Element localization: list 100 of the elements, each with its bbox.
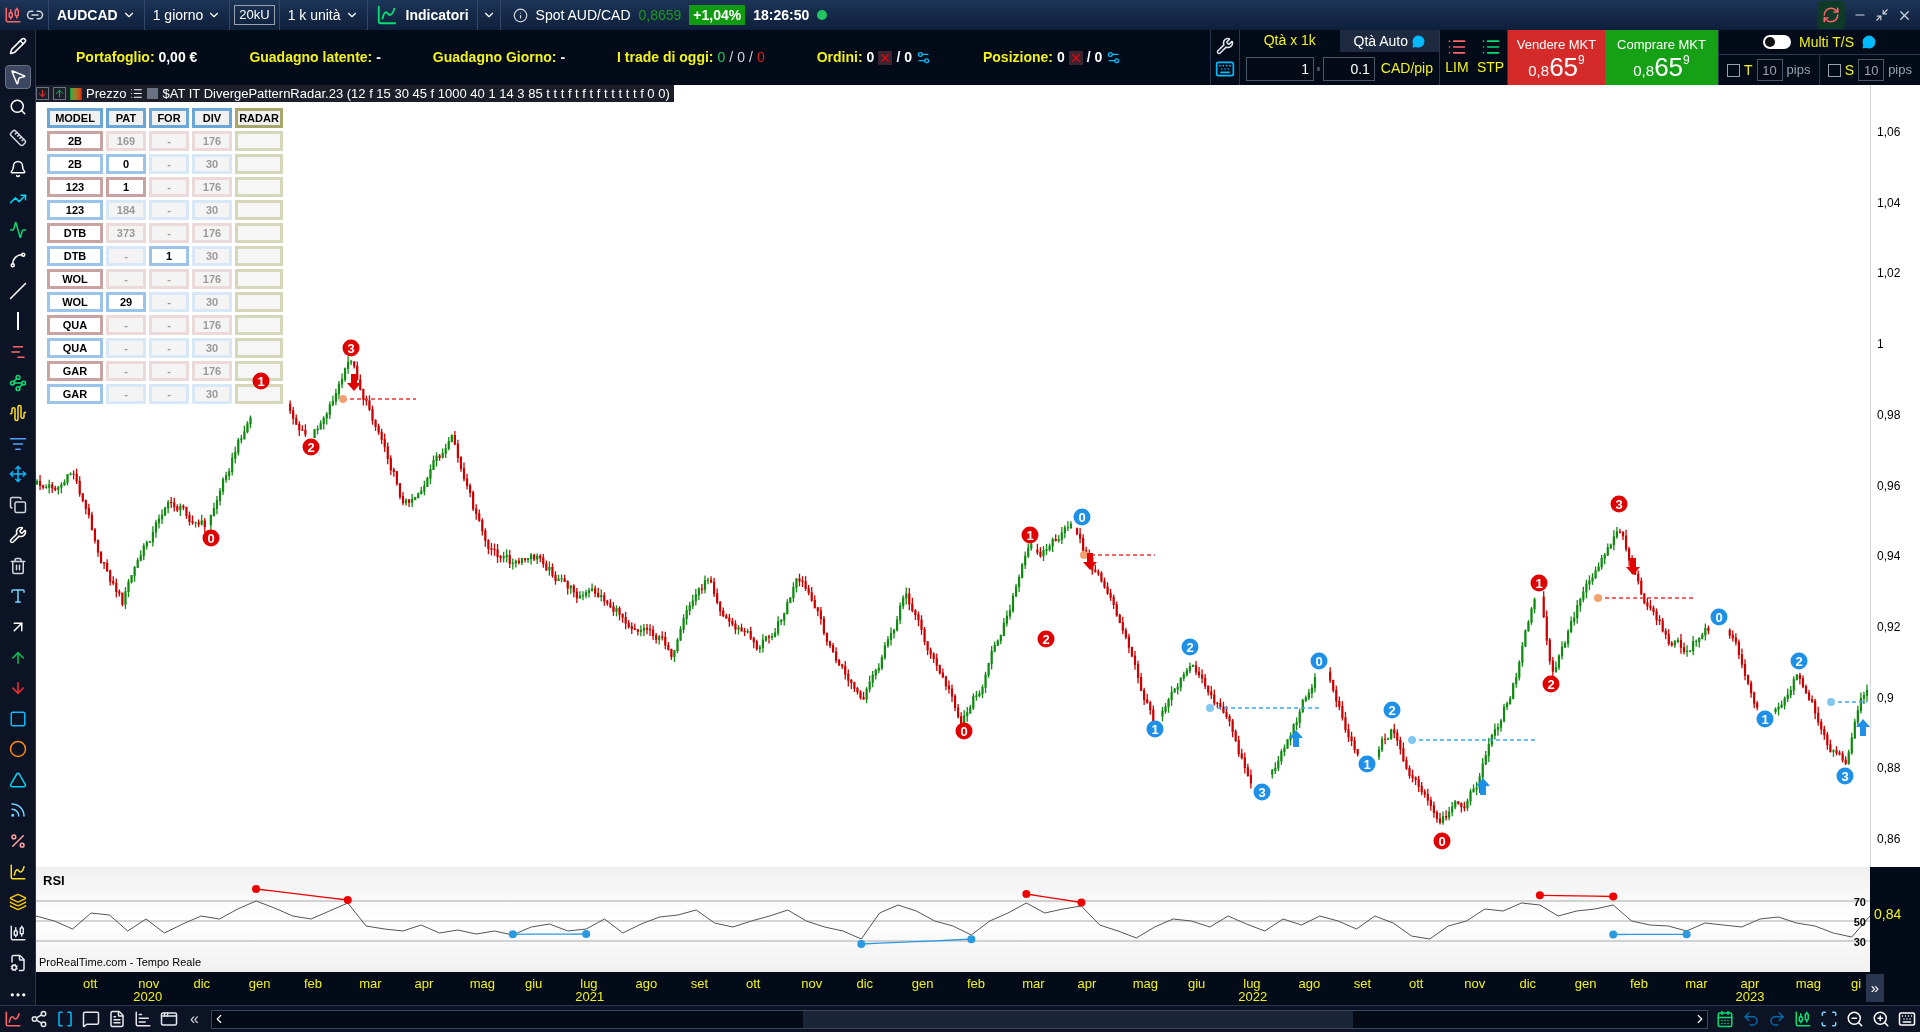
pips-input[interactable]: 10 xyxy=(1858,59,1885,81)
month-label: feb xyxy=(1630,975,1649,993)
table-cell: 30 xyxy=(192,384,232,404)
table-cell: 176 xyxy=(192,315,232,335)
pattern-marker: 3 xyxy=(1253,783,1271,801)
month-label: lug xyxy=(1243,975,1261,991)
point xyxy=(343,896,352,904)
auto-quantity-button[interactable]: Qtà Auto xyxy=(1339,30,1439,52)
separator: / xyxy=(749,48,753,67)
table-cell: - xyxy=(106,338,146,358)
expand-axis-button[interactable]: » xyxy=(1866,974,1884,1002)
column-header: MODEL xyxy=(47,108,103,128)
model-cell: QUA xyxy=(47,338,103,358)
table-cell: 169 xyxy=(106,131,146,151)
separator: / xyxy=(729,48,734,67)
trade-count: 0 xyxy=(717,48,726,67)
trade-count: 0 xyxy=(737,48,745,67)
model-cell: GAR xyxy=(47,384,103,404)
position-total: / 0 xyxy=(1086,48,1103,67)
month-label: giu xyxy=(1188,975,1206,993)
pips-unit: pips xyxy=(1786,61,1811,80)
month-label: mar xyxy=(1022,975,1045,993)
axis-label: 0,98 xyxy=(1877,406,1901,424)
pattern-marker: 3 xyxy=(1610,495,1628,513)
axis-tick-label: 50 xyxy=(1853,915,1866,930)
collapse-button[interactable]: « xyxy=(186,1007,203,1031)
table-cell: 30 xyxy=(192,338,232,358)
table-cell: - xyxy=(149,200,189,220)
axis-label: 1,04 xyxy=(1877,194,1901,212)
portfolio-label: Portafoglio: 0,00 € xyxy=(76,48,198,67)
checkbox-label: S xyxy=(1844,60,1855,80)
axis-label: 0,88 xyxy=(1877,760,1901,778)
month-label: ott xyxy=(746,975,761,993)
month-label: set xyxy=(1353,975,1372,993)
table-cell: 30 xyxy=(192,292,232,312)
model-cell: DTB xyxy=(47,223,103,243)
month-label: gi xyxy=(1851,975,1862,993)
axis-label: 0,94 xyxy=(1877,548,1901,566)
month-label: dic xyxy=(856,975,874,993)
pattern-marker: 2 xyxy=(1037,630,1055,648)
column-header: DIV xyxy=(192,108,232,128)
axis-label: 0,96 xyxy=(1877,477,1901,495)
units-badge: 20kU xyxy=(234,5,275,25)
month-label: nov xyxy=(1464,975,1486,993)
data-source: ProRealTime.com - Tempo Reale xyxy=(39,954,201,970)
pattern-marker: 2 xyxy=(302,438,320,456)
month-label: feb xyxy=(967,975,986,993)
pips-input[interactable]: 10 xyxy=(1756,59,1783,81)
table-cell: - xyxy=(149,338,189,358)
point xyxy=(1682,930,1691,939)
point xyxy=(857,940,866,948)
table-cell: 30 xyxy=(192,246,232,266)
table-cell: 0 xyxy=(106,154,146,174)
checkbox-label: T xyxy=(1744,60,1753,80)
limit-order-button[interactable]: LIM xyxy=(1440,30,1474,85)
month-label: ago xyxy=(1298,975,1321,993)
latent-gain-label: Guadagno latente: - xyxy=(249,48,381,67)
month-label: set xyxy=(690,975,709,993)
pattern-marker: 2 xyxy=(1790,652,1808,670)
pattern-marker: 3 xyxy=(1836,767,1854,785)
pattern-marker: 1 xyxy=(1358,755,1376,773)
table-cell: - xyxy=(106,315,146,335)
axis-label: 0,9 xyxy=(1877,689,1894,707)
point xyxy=(1609,892,1618,901)
table-cell: 176 xyxy=(192,361,232,381)
point xyxy=(967,935,976,944)
table-cell: - xyxy=(106,246,146,266)
table-cell: 176 xyxy=(192,131,232,151)
model-cell: 123 xyxy=(47,177,103,197)
table-cell: 30 xyxy=(192,154,232,174)
year-label: 2021 xyxy=(575,989,605,1006)
clock-time: 18:26:50 xyxy=(753,5,810,25)
axis-label: 1,02 xyxy=(1877,265,1901,283)
month-label: ago xyxy=(635,975,658,993)
price-label: Prezzo xyxy=(86,85,127,103)
pips-unit: pips xyxy=(1888,61,1912,80)
table-cell: - xyxy=(149,154,189,174)
month-label: giu xyxy=(525,975,543,993)
pattern-marker: 0 xyxy=(202,529,220,547)
pattern-marker: 2 xyxy=(1181,638,1199,656)
pattern-marker: 1 xyxy=(1146,720,1164,738)
month-label: gen xyxy=(911,975,934,993)
table-cell: - xyxy=(149,177,189,197)
last-price: 0,8659 xyxy=(638,5,682,25)
quantity-input[interactable]: 1 xyxy=(1246,56,1314,81)
pattern-marker: 1 xyxy=(252,372,270,390)
model-cell: DTB xyxy=(47,246,103,266)
pattern-marker: 1 xyxy=(1021,526,1039,544)
point xyxy=(252,885,261,893)
pattern-marker: 0 xyxy=(1310,652,1328,670)
table-cell: 29 xyxy=(106,292,146,312)
pip-value-input[interactable]: 0.1 xyxy=(1322,56,1375,81)
month-label: mag xyxy=(469,975,496,993)
month-label: nov xyxy=(801,975,823,993)
column-header: FOR xyxy=(149,108,189,128)
year-label: 2022 xyxy=(1238,989,1268,1006)
orders-total: / 0 xyxy=(896,48,912,67)
axis-label: 0,84 xyxy=(1874,905,1902,924)
axis-label: 0,92 xyxy=(1877,618,1901,636)
table-cell: - xyxy=(149,269,189,289)
